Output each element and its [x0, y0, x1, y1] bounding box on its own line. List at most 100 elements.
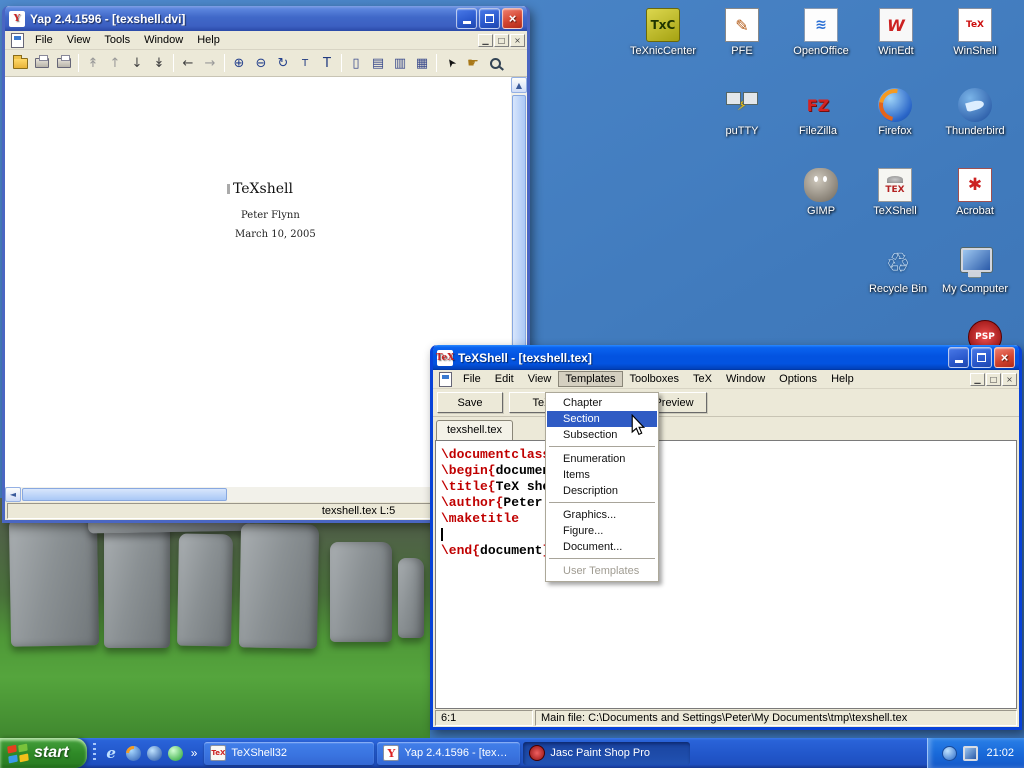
winshell-icon: TeX	[958, 8, 992, 42]
child-restore-button[interactable]: □	[986, 373, 1001, 386]
menu-separator	[549, 558, 655, 560]
internet-explorer-icon[interactable]: e	[103, 745, 120, 762]
desktop-icon-thunderbird[interactable]: Thunderbird	[936, 88, 1014, 137]
desktop-icon-texshell[interactable]: TEXTeXShell	[856, 168, 934, 217]
close-button[interactable]: ×	[502, 8, 523, 29]
editor-line	[441, 527, 1016, 543]
stone	[398, 558, 424, 638]
maximize-button[interactable]	[971, 347, 992, 368]
desktop-icon-putty[interactable]: ⚡puTTY	[703, 88, 781, 137]
yap-titlebar[interactable]: Y Yap 2.4.1596 - [texshell.dvi] ×	[5, 6, 527, 31]
templates-menu-item-description[interactable]: Description	[547, 483, 657, 499]
magnifier-icon[interactable]	[484, 53, 506, 73]
smaller-text-icon[interactable]: T	[294, 53, 316, 73]
templates-menu-item-document[interactable]: Document...	[547, 539, 657, 555]
child-restore-button[interactable]: □	[494, 34, 509, 47]
menu-window[interactable]: Window	[137, 32, 190, 48]
menu-help[interactable]: Help	[824, 371, 861, 387]
start-button[interactable]: start	[0, 738, 87, 768]
first-page-icon[interactable]: ↟	[82, 53, 104, 73]
taskbar: start e » TeXTeXShell32YYap 2.4.1596 - […	[0, 738, 1024, 768]
desktop-icon-firefox[interactable]: Firefox	[856, 88, 934, 137]
overflow-chevron-icon[interactable]: »	[191, 746, 198, 760]
scroll-left-button[interactable]: ◄	[5, 487, 21, 502]
prev-page-icon[interactable]: ↑	[104, 53, 126, 73]
save-button[interactable]: Save	[437, 392, 503, 413]
minimize-button[interactable]	[456, 8, 477, 29]
back-icon[interactable]: ←	[177, 53, 199, 73]
taskbar-clock[interactable]: 21:02	[986, 747, 1014, 759]
desktop-icon-winedt[interactable]: WWinEdt	[857, 8, 935, 57]
menu-templates[interactable]: Templates	[558, 371, 622, 387]
menu-options[interactable]: Options	[772, 371, 824, 387]
templates-menu-item-graphics[interactable]: Graphics...	[547, 507, 657, 523]
minimize-button[interactable]	[948, 347, 969, 368]
desktop-icon-label: FileZilla	[779, 125, 857, 137]
texshell-editor[interactable]: \documentclass{\begin{document\title{TeX…	[435, 440, 1017, 709]
print-range-icon[interactable]	[53, 53, 75, 73]
single-page-view-icon[interactable]: ▯	[345, 53, 367, 73]
desktop-icon-recyclebin[interactable]: ♲Recycle Bin	[859, 246, 937, 295]
continuous-view-icon[interactable]: ▥	[389, 53, 411, 73]
texshell-window-title: TeXShell - [texshell.tex]	[458, 351, 946, 365]
desktop-icon-openoffice[interactable]: ≋OpenOffice	[782, 8, 860, 57]
menu-view[interactable]: View	[60, 32, 98, 48]
menu-tools[interactable]: Tools	[97, 32, 137, 48]
scroll-up-button[interactable]: ▲	[511, 77, 527, 93]
messenger-quick-icon[interactable]	[168, 746, 183, 761]
desktop-icon-mycomputer[interactable]: My Computer	[936, 246, 1014, 295]
child-close-button[interactable]: ×	[1002, 373, 1017, 386]
grid-view-icon[interactable]: ▦	[411, 53, 433, 73]
tab-texshell-tex[interactable]: texshell.tex	[436, 420, 513, 440]
next-page-icon[interactable]: ↓	[126, 53, 148, 73]
menu-toolboxes[interactable]: Toolboxes	[623, 371, 687, 387]
start-label: start	[34, 744, 69, 762]
zoom-out-icon[interactable]: ⊖	[250, 53, 272, 73]
menu-view[interactable]: View	[521, 371, 559, 387]
maximize-button[interactable]	[479, 8, 500, 29]
refresh-icon[interactable]: ↻	[272, 53, 294, 73]
taskbar-task-texshell32[interactable]: TeXTeXShell32	[204, 742, 374, 765]
horizontal-scroll-thumb[interactable]	[22, 488, 227, 501]
desktop-icon-acrobat[interactable]: ✱Acrobat	[936, 168, 1014, 217]
menu-file[interactable]: File	[28, 32, 60, 48]
forward-icon[interactable]: →	[199, 53, 221, 73]
menu-file[interactable]: File	[456, 371, 488, 387]
toolbar-grip[interactable]	[93, 743, 96, 763]
desktop-icon-gimp[interactable]: GIMP	[782, 168, 860, 217]
menu-edit[interactable]: Edit	[488, 371, 521, 387]
larger-text-icon[interactable]: T	[316, 53, 338, 73]
menu-help[interactable]: Help	[190, 32, 227, 48]
child-close-button[interactable]: ×	[510, 34, 525, 47]
thunderbird-quick-icon[interactable]	[147, 746, 162, 761]
texshell-titlebar[interactable]: TeX TeXShell - [texshell.tex] ×	[433, 345, 1019, 370]
page-layout-icon[interactable]: ▤	[367, 53, 389, 73]
open-icon[interactable]	[9, 53, 31, 73]
menu-tex[interactable]: TeX	[686, 371, 719, 387]
texshell-app-icon: TeX	[437, 350, 453, 366]
taskbar-task-yap-2-4-1596-texs[interactable]: YYap 2.4.1596 - [texs...	[377, 742, 520, 765]
desktop-icon-pfe[interactable]: ✎PFE	[703, 8, 781, 57]
firefox-quick-icon[interactable]	[126, 746, 141, 761]
child-minimize-button[interactable]: ▁	[478, 34, 493, 47]
tray-network-icon[interactable]	[942, 746, 957, 761]
hand-tool-icon[interactable]: ☛	[462, 53, 484, 73]
close-button[interactable]: ×	[994, 347, 1015, 368]
desktop-icon-filezilla[interactable]: FZFileZilla	[779, 88, 857, 137]
vertical-scroll-thumb[interactable]	[512, 95, 526, 347]
last-page-icon[interactable]: ↡	[148, 53, 170, 73]
templates-menu-item-figure[interactable]: Figure...	[547, 523, 657, 539]
child-minimize-button[interactable]: ▁	[970, 373, 985, 386]
desktop-icon-texniccenter[interactable]: TxCTeXnicCenter	[624, 8, 702, 57]
menu-window[interactable]: Window	[719, 371, 772, 387]
templates-menu-item-items[interactable]: Items	[547, 467, 657, 483]
zoom-in-icon[interactable]: ⊕	[228, 53, 250, 73]
print-icon[interactable]	[31, 53, 53, 73]
templates-menu-item-chapter[interactable]: Chapter	[547, 395, 657, 411]
taskbar-task-jasc-paint-shop-pro[interactable]: Jasc Paint Shop Pro	[523, 742, 690, 765]
editor-line: \end{document}	[441, 543, 1016, 559]
desktop-icon-winshell[interactable]: TeXWinShell	[936, 8, 1014, 57]
templates-menu-item-enumeration[interactable]: Enumeration	[547, 451, 657, 467]
desktop-icon-label: PFE	[703, 45, 781, 57]
tray-display-icon[interactable]	[963, 746, 978, 761]
